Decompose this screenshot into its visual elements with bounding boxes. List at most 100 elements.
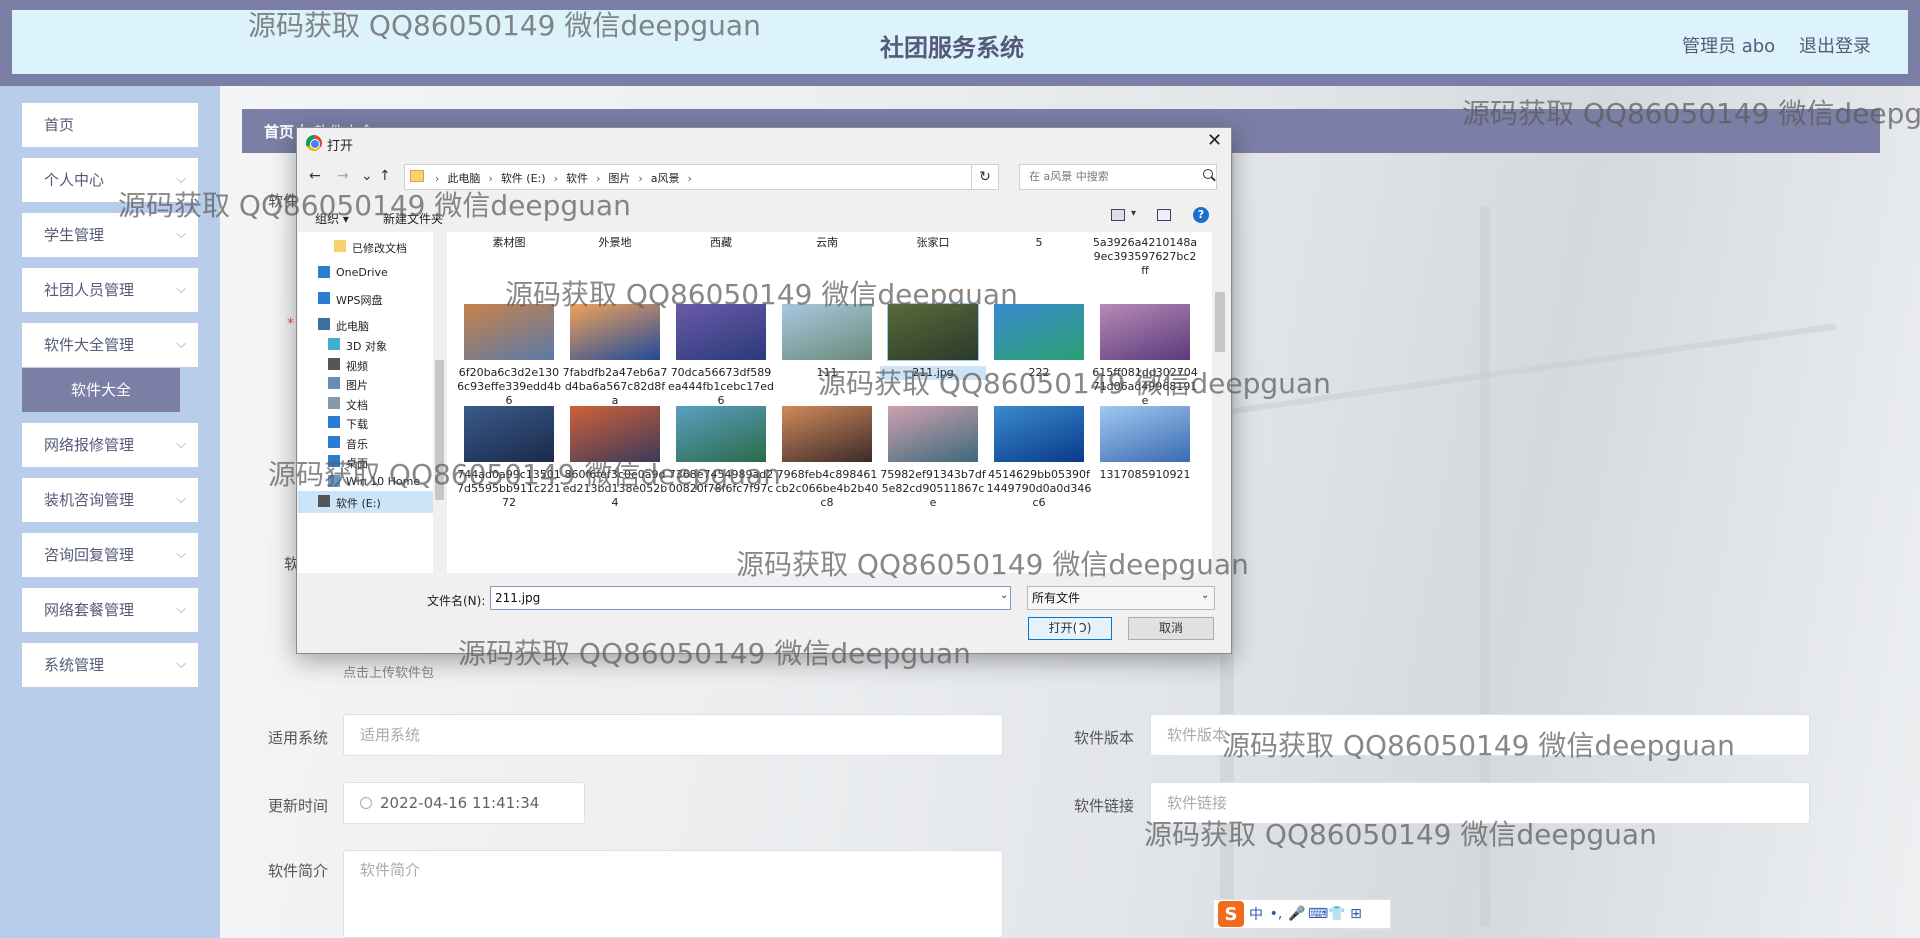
ime-chinese-toggle[interactable]: 中 <box>1248 904 1264 924</box>
file-item[interactable]: 7968feb4c898461cb2c066be4b2b40c8 <box>774 406 878 516</box>
file-item[interactable]: 7368e7454989ad200820f78f6fc7f97c <box>668 406 773 516</box>
nav-scrollbar-thumb[interactable] <box>435 360 444 500</box>
chevron-down-icon[interactable]: ▾ <box>1131 208 1136 219</box>
refresh-icon[interactable]: ↻ <box>971 164 999 190</box>
recent-locations-icon[interactable]: ⌄ <box>361 168 373 184</box>
chevron-down-icon[interactable]: ⌄ <box>1201 590 1209 601</box>
file-item[interactable]: 744ad0a99c135017d5595bb911c22172 <box>456 406 561 516</box>
sidebar-item-system[interactable]: 系统管理 ⌵ <box>22 643 198 687</box>
file-item[interactable]: 222 <box>986 304 1086 414</box>
search-input[interactable]: 在 a风景 中搜索 <box>1019 164 1217 190</box>
sidebar-item-label: 个人中心 <box>44 171 105 189</box>
new-folder-button[interactable]: 新建文件夹 <box>383 210 443 227</box>
tree-item[interactable]: 下载 <box>298 412 433 434</box>
address-bar[interactable]: ›此电脑›软件 (E:)›软件›图片›a风景› ⌄ <box>404 164 999 190</box>
tree-item[interactable]: OneDrive <box>298 262 433 284</box>
filename-input[interactable]: 211.jpg <box>490 586 1011 610</box>
tree-item[interactable]: 软件 (E:) <box>298 491 433 513</box>
sidebar-item-repairs[interactable]: 网络报修管理 ⌵ <box>22 423 198 467</box>
file-item[interactable]: 860f6fef3c0e0a9ded213bd138e052b4 <box>562 406 667 516</box>
chevron-down-icon[interactable]: ⌄ <box>1000 590 1008 601</box>
filetype-select[interactable]: 所有文件 <box>1027 586 1215 610</box>
close-icon[interactable]: ✕ <box>1207 130 1222 151</box>
sidebar-item-students[interactable]: 学生管理 ⌵ <box>22 213 198 257</box>
folder-icon <box>328 436 340 448</box>
tree-item-label: 视频 <box>346 360 368 373</box>
upload-hint[interactable]: 点击上传软件包 <box>343 662 434 681</box>
file-item[interactable]: 1317085910921 <box>1092 406 1192 516</box>
ime-punctuation-icon[interactable]: •, <box>1268 906 1284 922</box>
sidebar-item-software[interactable]: 软件大全 <box>22 368 180 412</box>
version-input[interactable]: 软件版本 <box>1150 714 1810 756</box>
dialog-title: 打开 <box>327 139 354 154</box>
sogou-logo-icon[interactable]: S <box>1218 901 1244 927</box>
sidebar-item-replies[interactable]: 咨询回复管理 ⌵ <box>22 533 198 577</box>
image-thumbnail <box>887 303 979 361</box>
path-segment[interactable]: 图片 <box>608 172 630 185</box>
path-segment[interactable]: a风景 <box>651 172 680 185</box>
file-name: 素材图 <box>492 236 526 249</box>
sidebar-item-label: 软件大全管理 <box>44 336 135 354</box>
tree-item[interactable]: 此电脑 <box>298 314 433 336</box>
sidebar-item-members[interactable]: 社团人员管理 ⌵ <box>22 268 198 312</box>
tree-item[interactable]: 桌面 <box>298 451 433 473</box>
sidebar-item-packages[interactable]: 网络套餐管理 ⌵ <box>22 588 198 632</box>
preview-pane-icon[interactable] <box>1157 209 1171 221</box>
file-item[interactable]: 7fabdfb2a47eb6a7d4ba6a567c82d8fa <box>562 304 667 414</box>
ime-tools-icon[interactable]: ⊞ <box>1348 906 1364 922</box>
file-item[interactable]: 70dca56673df589ea444fb1cebc17ed6 <box>668 304 774 414</box>
sidebar-item-home[interactable]: 首页 <box>22 103 198 147</box>
link-input[interactable]: 软件链接 <box>1150 782 1810 824</box>
file-item[interactable]: 6f20ba6c3d2e1306c93effe339edd4b6 <box>456 304 561 414</box>
sidebar-item-software-admin[interactable]: 软件大全管理 ⌵ <box>22 323 198 367</box>
forward-arrow-icon[interactable]: → <box>337 168 349 184</box>
file-name: 111 <box>816 366 838 379</box>
back-arrow-icon[interactable]: ← <box>309 168 321 184</box>
file-item[interactable]: 4514629bb05390f1449790d0a0d346c6 <box>986 406 1091 516</box>
path-segment[interactable]: 软件 <box>566 172 588 185</box>
organize-button[interactable]: 组织 ▾ <box>315 210 349 227</box>
navigation-pane: 已修改文档 OneDrive WPS网盘此电脑 3D 对象视频 图片文档 下载音乐 桌面 Wi… <box>298 232 433 573</box>
sidebar-item-profile[interactable]: 个人中心 ⌵ <box>22 158 198 202</box>
open-button[interactable]: 打开(O) <box>1028 617 1112 640</box>
ime-mic-icon[interactable]: 🎤 <box>1288 906 1305 922</box>
help-icon[interactable]: ? <box>1193 207 1209 223</box>
file-name: 7fabdfb2a47eb6a7d4ba6a567c82d8fa <box>562 366 668 407</box>
system-input[interactable]: 适用系统 <box>343 714 1003 756</box>
path-segment[interactable]: 此电脑 <box>447 172 480 185</box>
chevron-down-icon: ⌵ <box>176 547 186 562</box>
tree-item[interactable]: Win 10 Home <box>298 471 433 493</box>
file-name: 5a3926a4210148a9ec393597627bc2ff <box>1092 236 1198 277</box>
chevron-down-icon: ⌵ <box>176 337 186 352</box>
path-segment[interactable]: 软件 (E:) <box>501 172 546 185</box>
intro-label: 软件简介 <box>268 862 329 880</box>
file-item[interactable]: 111 <box>774 304 874 414</box>
logout-link[interactable]: 退出登录 <box>1799 32 1871 58</box>
ime-keyboard-icon[interactable]: ⌨ <box>1308 906 1328 922</box>
tree-item-label: 音乐 <box>346 438 368 451</box>
file-item[interactable]: 615ff081dd30270471d06ad49968191e <box>1092 304 1198 414</box>
file-scrollbar[interactable] <box>1213 232 1227 573</box>
folder-icon <box>318 495 330 507</box>
sidebar-item-label: 学生管理 <box>44 226 105 244</box>
intro-textarea[interactable]: 软件简介 <box>343 850 1003 938</box>
file-scrollbar-thumb[interactable] <box>1215 292 1225 352</box>
tree-item[interactable]: 3D 对象 <box>298 334 433 356</box>
update-time-picker[interactable]: 2022-04-16 11:41:34 <box>343 782 585 824</box>
file-item[interactable]: 211.jpg <box>880 303 986 414</box>
folder-icon <box>318 318 330 330</box>
file-item[interactable]: 75982ef91343b7df5e82cd90511867ce <box>880 406 986 516</box>
tree-item[interactable]: 图片 <box>298 373 433 395</box>
tree-item-label: 已修改文档 <box>352 242 407 255</box>
breadcrumb-home[interactable]: 首页 <box>264 121 294 142</box>
chevron-down-icon: ⌵ <box>176 172 186 187</box>
tree-item-label: 文档 <box>346 399 368 412</box>
path-separator: › <box>553 172 558 185</box>
view-options-icon[interactable] <box>1111 209 1125 221</box>
tree-item[interactable]: WPS网盘 <box>298 288 433 310</box>
up-arrow-icon[interactable]: ↑ <box>379 168 391 184</box>
sidebar-item-install-consult[interactable]: 装机咨询管理 ⌵ <box>22 478 198 522</box>
cancel-button[interactable]: 取消 <box>1128 617 1214 640</box>
tree-item[interactable]: 已修改文档 <box>298 236 433 258</box>
ime-skin-icon[interactable]: 👕 <box>1328 906 1345 922</box>
